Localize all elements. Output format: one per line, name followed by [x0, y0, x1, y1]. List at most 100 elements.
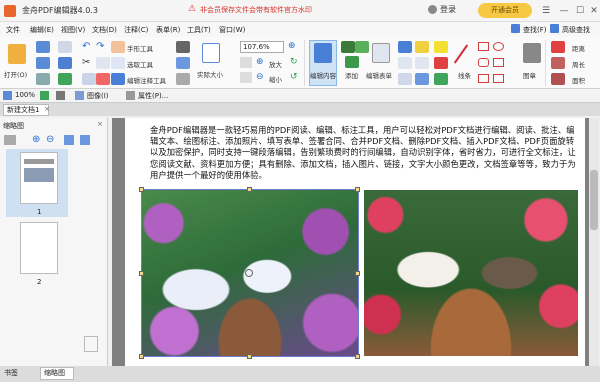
ellipse-icon[interactable]	[493, 42, 504, 51]
thumb-zoom-in-icon[interactable]: ⊕	[32, 134, 40, 145]
menu-edit[interactable]: 编辑(E)	[30, 25, 54, 35]
text-box-icon[interactable]	[398, 41, 412, 53]
open-button-label[interactable]: 打开(O)	[4, 69, 27, 79]
document-text[interactable]: 金舟PDF编辑器是一款轻巧易用的PDF阅读、编辑、标注工具，用户可以轻松对PDF…	[150, 125, 578, 181]
typewriter-icon[interactable]	[415, 57, 429, 69]
stamp-icon[interactable]	[523, 43, 541, 63]
menu-icon[interactable]: ☰	[538, 3, 554, 19]
add-object-icon[interactable]	[345, 56, 359, 68]
actual-size-button[interactable]: 实际大小	[197, 69, 223, 79]
print-icon[interactable]	[36, 73, 50, 85]
page-layout2-icon[interactable]	[240, 72, 252, 83]
fit-width-icon[interactable]	[176, 73, 190, 85]
note-icon[interactable]	[415, 41, 429, 53]
line-width-icon[interactable]	[56, 91, 65, 100]
scan-icon[interactable]	[58, 57, 72, 69]
cloud-icon[interactable]	[478, 74, 489, 83]
menu-document[interactable]: 文档(D)	[92, 25, 117, 35]
edit-form-button[interactable]: 编辑表单	[366, 70, 392, 80]
area-button[interactable]: 面积	[572, 75, 585, 85]
page-layout-icon[interactable]	[240, 57, 252, 68]
rotate-handle-icon[interactable]	[245, 269, 253, 277]
zoom-in-small-icon[interactable]: ⊕	[256, 57, 264, 67]
hand-tool-icon[interactable]	[111, 41, 125, 53]
snapshot-icon[interactable]	[176, 41, 190, 53]
highlight-icon[interactable]	[434, 41, 448, 53]
distance-button[interactable]: 距离	[572, 43, 585, 53]
fill-icon[interactable]	[40, 91, 49, 100]
email-icon[interactable]	[58, 41, 72, 53]
zoom-out-icon[interactable]: ⊖	[256, 72, 264, 82]
underline-icon[interactable]	[434, 73, 448, 85]
rectangle-icon[interactable]	[478, 42, 489, 51]
resize-handle[interactable]	[247, 354, 252, 359]
line-button[interactable]: 线条	[458, 70, 471, 80]
delete-icon[interactable]	[96, 73, 110, 85]
zoom-out-button[interactable]: 缩小	[269, 74, 282, 84]
menu-window[interactable]: 窗口(W)	[219, 25, 245, 35]
strikeout-icon[interactable]	[434, 57, 448, 69]
zoom-in-button[interactable]: 放大	[269, 59, 282, 69]
thumb-options-icon[interactable]	[4, 135, 16, 145]
add-text-icon[interactable]	[341, 41, 355, 53]
thumb-delete-icon[interactable]	[80, 135, 90, 145]
comment-tool-button[interactable]: 编辑注释工具	[127, 75, 166, 85]
thumb-insert-icon[interactable]	[64, 135, 74, 145]
rounded-rect-icon[interactable]	[478, 58, 489, 67]
polygon-icon[interactable]	[493, 58, 504, 67]
rotate-cw-icon[interactable]: ↻	[290, 57, 298, 67]
save-icon[interactable]	[36, 57, 50, 69]
undo-icon[interactable]: ↶	[82, 41, 90, 52]
minimize-icon[interactable]: —	[556, 3, 572, 19]
scrollbar-thumb[interactable]	[590, 170, 598, 230]
zoom-input[interactable]: 107.6%	[240, 41, 284, 53]
resize-handle[interactable]	[355, 187, 360, 192]
find-button[interactable]: 查找(F)	[523, 25, 547, 35]
perimeter-icon[interactable]	[551, 57, 565, 69]
new-icon[interactable]	[36, 41, 50, 53]
vip-button[interactable]: 开通会员	[478, 3, 532, 18]
paste-icon[interactable]	[82, 73, 96, 85]
resize-handle[interactable]	[355, 354, 360, 359]
thumb-zoom-out-icon[interactable]: ⊖	[46, 134, 54, 145]
export-icon[interactable]	[58, 73, 72, 85]
document-tab[interactable]: 新建文档1	[3, 104, 49, 116]
rotate-ccw-icon[interactable]: ↺	[290, 72, 298, 82]
open-folder-icon[interactable]	[8, 44, 26, 64]
attach-icon[interactable]	[398, 73, 412, 85]
menu-file[interactable]: 文件	[6, 25, 20, 35]
select-tool-button[interactable]: 选取工具	[127, 59, 153, 69]
sidebar-close-icon[interactable]: ×	[97, 120, 103, 128]
resize-handle[interactable]	[139, 187, 144, 192]
image-menu[interactable]: 图像(I)	[87, 91, 109, 101]
login-link[interactable]: 登录	[440, 4, 456, 15]
callout-icon[interactable]	[398, 57, 412, 69]
page-2-thumbnail[interactable]	[20, 222, 58, 274]
resize-handle[interactable]	[247, 187, 252, 192]
properties-button[interactable]: 属性(P)...	[138, 91, 168, 101]
stamp-button[interactable]: 图章	[523, 70, 536, 80]
resize-handle[interactable]	[355, 271, 360, 276]
resize-handle[interactable]	[139, 354, 144, 359]
perimeter-button[interactable]: 周长	[572, 59, 585, 69]
thumbnails-tab[interactable]: 缩略图	[40, 367, 74, 380]
hand-tool-button[interactable]: 手形工具	[127, 43, 153, 53]
vertical-scrollbar[interactable]	[589, 118, 599, 376]
page-1-thumbnail[interactable]	[20, 152, 58, 204]
distance-icon[interactable]	[551, 41, 565, 53]
zoom-in-icon[interactable]: ⊕	[288, 41, 296, 51]
menu-view[interactable]: 视图(V)	[61, 25, 85, 35]
zoom-select[interactable]: 100%	[15, 91, 35, 99]
polyline-icon[interactable]	[493, 74, 504, 83]
area-icon[interactable]	[551, 73, 565, 85]
add-image-icon[interactable]	[355, 41, 369, 53]
select-tool-icon[interactable]	[111, 57, 125, 69]
cut-icon[interactable]: ✂	[82, 57, 90, 68]
tab-close-icon[interactable]: ×	[44, 105, 50, 113]
advanced-find-button[interactable]: 高级查找	[562, 25, 590, 35]
fit-page-icon[interactable]	[176, 57, 190, 69]
close-icon[interactable]: ✕	[586, 3, 600, 19]
copy-icon[interactable]	[96, 57, 110, 69]
redo-icon[interactable]: ↷	[96, 41, 104, 52]
menu-comment[interactable]: 注释(C)	[124, 25, 148, 35]
